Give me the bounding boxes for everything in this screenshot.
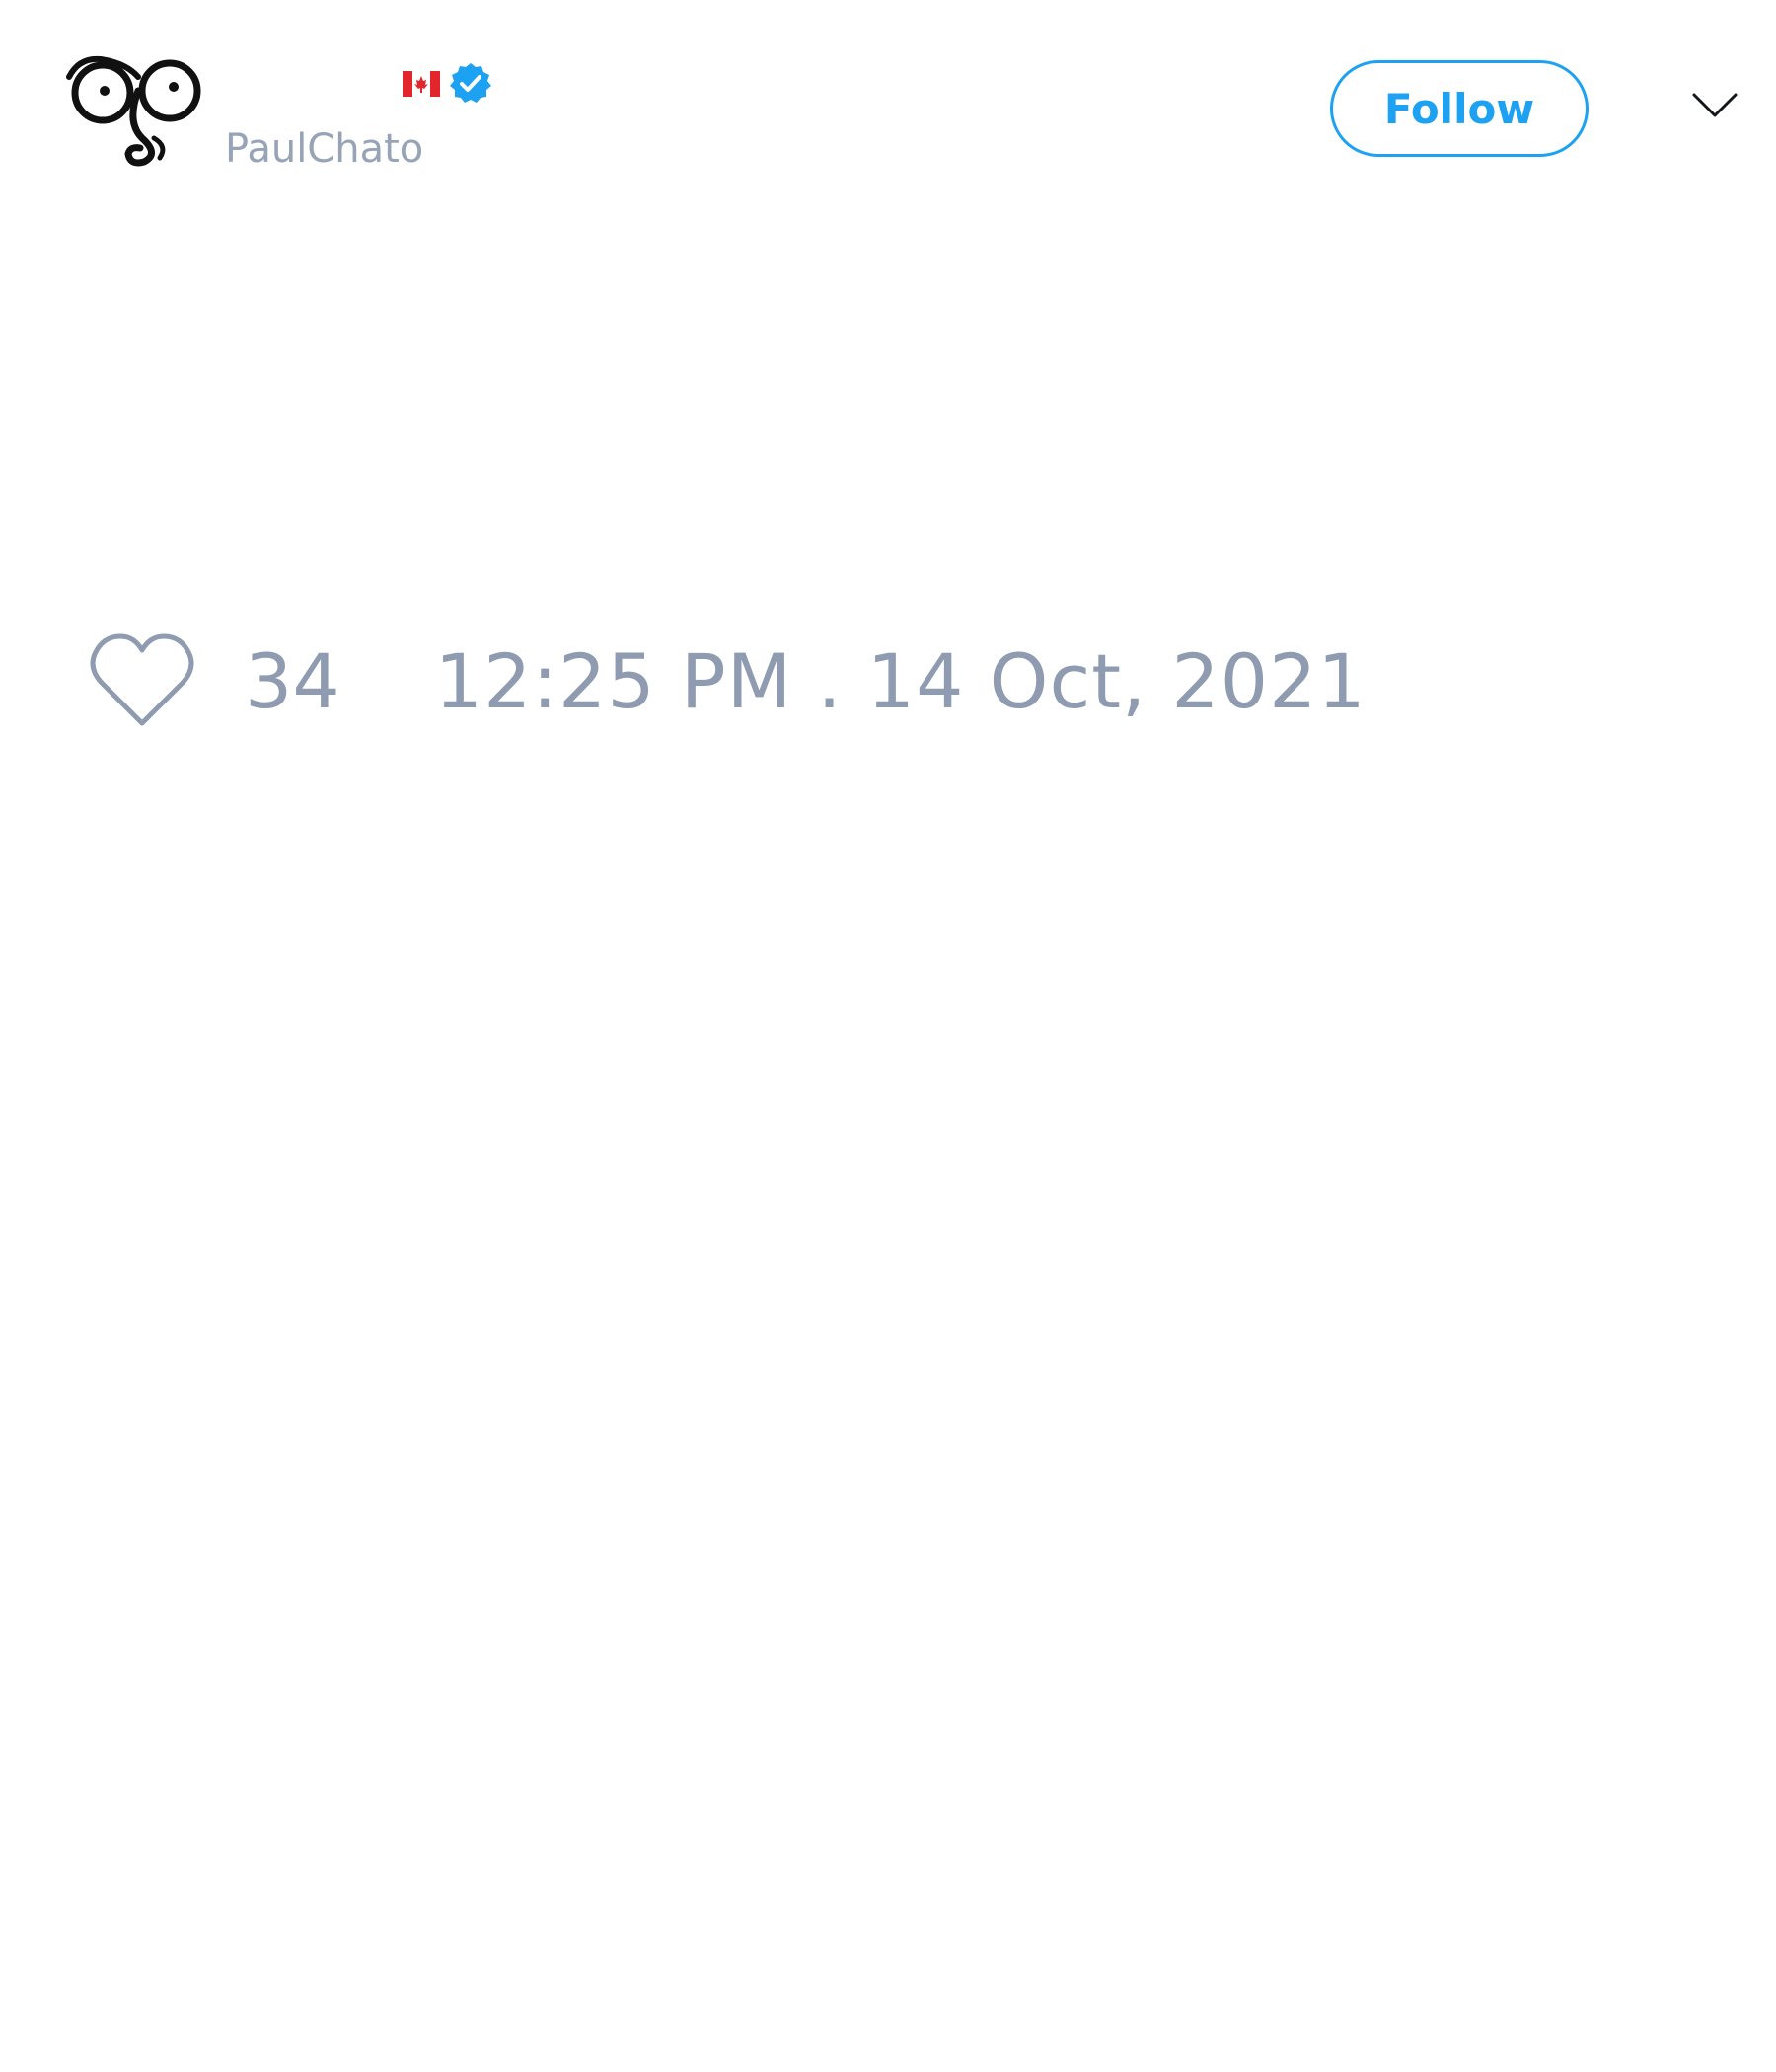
heart-outline-icon[interactable] — [89, 632, 195, 729]
chevron-down-icon[interactable] — [1691, 91, 1739, 120]
tweet-timestamp[interactable]: 12:25 PM . 14 Oct, 2021 — [435, 637, 1367, 725]
avatar-doodle-icon — [57, 51, 205, 172]
author-name-row[interactable] — [395, 61, 493, 107]
tweet-footer: 34 12:25 PM . 14 Oct, 2021 — [89, 631, 1367, 730]
canada-flag-icon — [403, 71, 440, 97]
author-handle[interactable]: PaulChato — [225, 126, 423, 172]
follow-button[interactable]: Follow — [1330, 60, 1589, 157]
like-count[interactable]: 34 — [245, 637, 340, 725]
verified-badge-icon — [448, 61, 493, 107]
avatar[interactable] — [57, 51, 205, 172]
tweet-card: PaulChato Follow 34 12:25 PM . 14 Oct, 2… — [0, 0, 1776, 2072]
